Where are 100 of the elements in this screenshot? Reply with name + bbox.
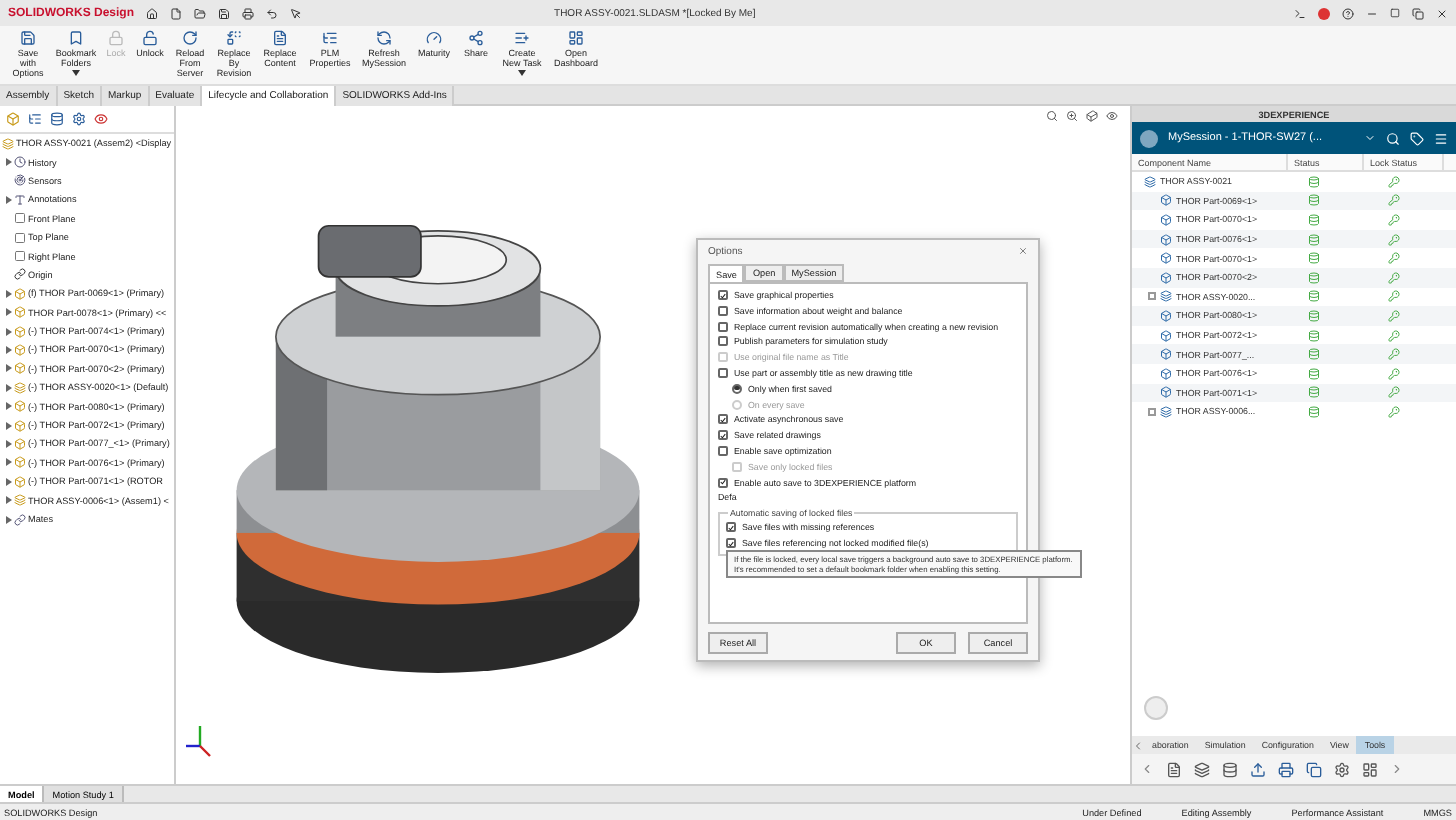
checkbox[interactable] [726, 538, 736, 549]
new-file-icon [170, 7, 183, 19]
expand-caret-icon[interactable] [6, 289, 12, 298]
origin-icon [14, 268, 26, 281]
zoom-icon [1066, 110, 1078, 122]
expand-caret-icon[interactable] [6, 364, 12, 373]
expand-caret-icon[interactable] [6, 158, 12, 167]
cube-icon [1160, 233, 1172, 246]
checkbox[interactable] [726, 522, 736, 533]
key-icon [1388, 348, 1400, 361]
cube-icon [14, 400, 26, 413]
cube-icon [1160, 348, 1172, 361]
home-icon [146, 7, 159, 19]
cube-icon [14, 475, 26, 488]
cube-icon [1160, 252, 1172, 265]
cube-icon [1160, 386, 1172, 399]
lock-icon [108, 30, 124, 46]
view-cube-icon [1086, 110, 1098, 122]
upload-icon [1250, 761, 1266, 777]
maximize-icon [1390, 8, 1400, 18]
saved-status-icon [1308, 367, 1320, 380]
expand-caret-icon[interactable] [6, 515, 12, 523]
mates-icon [14, 513, 26, 525]
saved-status-icon [1308, 233, 1320, 246]
bookmark-icon [68, 30, 84, 46]
display-icon [94, 112, 108, 126]
cube-icon [14, 419, 26, 432]
menu-icon [1434, 131, 1448, 145]
expand-caret-icon[interactable] [6, 195, 12, 204]
key-icon [1388, 271, 1400, 284]
checkbox[interactable] [718, 477, 728, 488]
dashboard-icon [568, 30, 584, 46]
checkbox[interactable] [718, 430, 728, 441]
stack-icon [1160, 405, 1172, 418]
checkbox[interactable] [718, 414, 728, 425]
cube-icon [14, 306, 26, 319]
key-icon [1388, 233, 1400, 246]
key-icon [1388, 175, 1400, 188]
expand-caret-icon[interactable] [6, 458, 12, 467]
checkbox[interactable] [718, 336, 728, 347]
stack-icon [1160, 290, 1172, 303]
cube-icon [14, 325, 26, 338]
refresh-icon [376, 30, 392, 46]
expand-box-icon[interactable] [1148, 407, 1156, 416]
tag-icon [1410, 131, 1424, 145]
saved-status-icon [1308, 348, 1320, 361]
saved-status-icon [1308, 405, 1320, 418]
stack-icon [14, 494, 26, 507]
cube-icon [1160, 271, 1172, 284]
saved-status-icon [1308, 329, 1320, 342]
stack-icon [14, 381, 26, 394]
close-icon [1436, 7, 1448, 19]
search-icon [1046, 110, 1058, 122]
document-icon [1166, 761, 1182, 777]
pointer-icon [290, 7, 303, 19]
saved-status-icon [1308, 290, 1320, 303]
database-icon [1222, 761, 1238, 777]
expand-caret-icon[interactable] [6, 383, 12, 392]
cube-icon [1160, 367, 1172, 380]
cube-icon [1160, 329, 1172, 342]
settings-icon [1334, 761, 1350, 777]
print-icon [1278, 761, 1294, 777]
saved-status-icon [1308, 252, 1320, 265]
list-icon [322, 30, 338, 46]
scroll-right-icon [1390, 762, 1404, 776]
radio-button[interactable] [732, 383, 742, 394]
saved-status-icon [1308, 175, 1320, 188]
stack-icon [1144, 175, 1156, 188]
unlock-icon [142, 30, 158, 46]
share-icon [468, 30, 484, 46]
key-icon [1388, 405, 1400, 418]
checkbox[interactable] [718, 321, 728, 332]
saved-status-icon [1308, 271, 1320, 284]
expand-caret-icon[interactable] [6, 402, 12, 411]
copy-icon [1306, 761, 1322, 777]
expand-caret-icon[interactable] [6, 308, 12, 317]
sensor-icon [14, 174, 26, 187]
checkbox[interactable] [718, 367, 728, 378]
expand-caret-icon[interactable] [6, 496, 12, 505]
table-icon [1362, 761, 1378, 777]
gauge-icon [426, 30, 442, 46]
terminal-icon [1294, 7, 1306, 19]
cube-icon [1160, 194, 1172, 207]
save-icon [218, 7, 231, 19]
saved-status-icon [1308, 194, 1320, 207]
clock-icon [14, 156, 26, 169]
replace-icon [226, 30, 242, 46]
expand-caret-icon[interactable] [6, 477, 12, 486]
key-icon [1388, 213, 1400, 226]
checkbox[interactable] [718, 290, 728, 300]
cube-icon [1160, 309, 1172, 322]
checkbox[interactable] [718, 445, 728, 456]
property-icon [28, 112, 42, 126]
dropdown-caret-icon [72, 70, 80, 76]
avatar-icon[interactable] [1318, 7, 1330, 19]
checkbox[interactable] [718, 305, 728, 316]
key-icon [1388, 367, 1400, 380]
minimize-icon [1366, 7, 1378, 19]
expand-box-icon[interactable] [1148, 292, 1156, 301]
document-icon [272, 30, 288, 46]
